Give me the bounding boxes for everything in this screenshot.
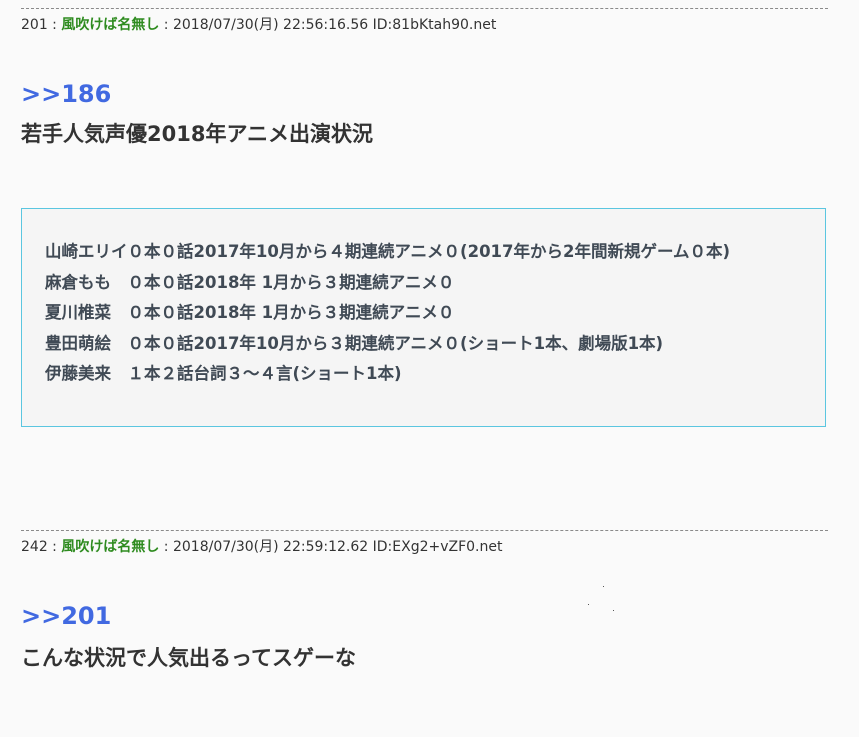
post-header: 201 : 風吹けば名無し : 2018/07/30(月) 22:56:16.5… [21,16,828,34]
quote-line: 山崎エリイ０本０話2017年10月から４期連続アニメ０(2017年から2年間新規… [45,242,731,261]
post-body-text: こんな状況で人気出るってスゲーな [21,646,356,670]
post-201: 201 : 風吹けば名無し : 2018/07/30(月) 22:56:16.5… [21,8,828,146]
stray-dot [588,604,589,605]
header-separator: : [47,17,62,33]
reply-anchor-link[interactable]: >>186 [21,80,111,108]
quote-line: 夏川椎菜 ０本０話2018年 1月から３期連続アニメ０ [45,303,455,322]
poster-name: 風吹けば名無し [61,17,160,33]
poster-name: 風吹けば名無し [61,539,160,555]
post-header: 242 : 風吹けば名無し : 2018/07/30(月) 22:59:12.6… [21,538,828,556]
quote-line: 豊田萌絵 ０本０話2017年10月から３期連続アニメ０(ショート1本、劇場版1本… [45,333,664,353]
reply-anchor-link[interactable]: >>201 [21,602,111,630]
stray-dot [613,610,614,611]
stray-dot [603,586,604,587]
post-datetime-id: : 2018/07/30(月) 22:59:12.62 ID:EXg2+vZF0… [159,539,503,555]
post-body-text: 若手人気声優2018年アニメ出演状況 [21,122,374,146]
post-number[interactable]: 201 [21,17,48,33]
quote-box: 山崎エリイ０本０話2017年10月から４期連続アニメ０(2017年から2年間新規… [21,208,826,427]
post-divider [21,8,828,9]
post-242: 242 : 風吹けば名無し : 2018/07/30(月) 22:59:12.6… [21,530,828,670]
quote-lines: 山崎エリイ０本０話2017年10月から４期連続アニメ０(2017年から2年間新規… [45,237,730,390]
quote-line: 伊藤美来 １本２話台詞３～４言(ショート1本) [45,364,402,383]
header-separator: : [47,539,62,555]
quote-line: 麻倉もも ０本０話2018年 1月から３期連続アニメ０ [45,272,455,292]
post-divider [21,530,828,531]
post-number[interactable]: 242 [21,539,48,555]
post-datetime-id: : 2018/07/30(月) 22:56:16.56 ID:81bKtah90… [159,17,497,33]
